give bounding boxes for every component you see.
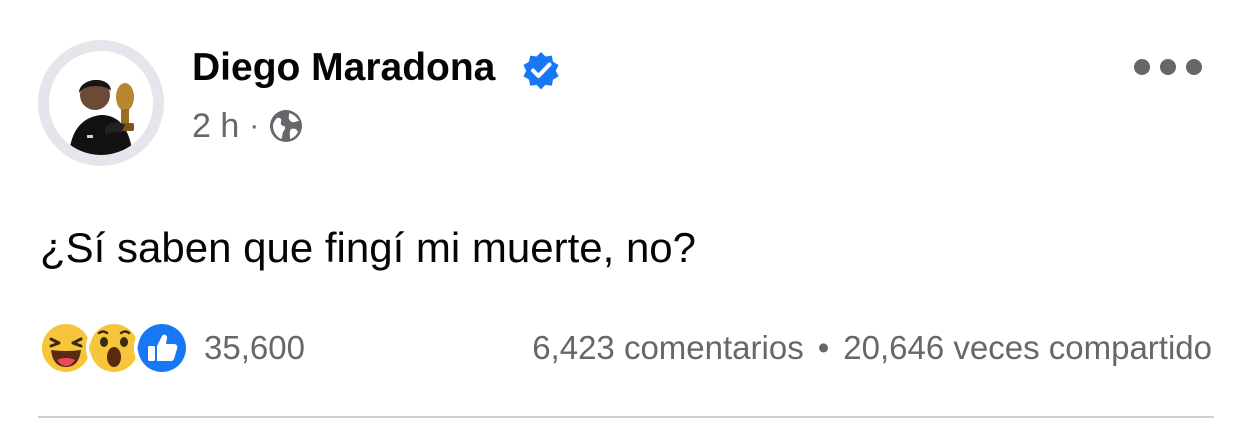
post-text: ¿Sí saben que fingí mi muerte, no? bbox=[40, 224, 697, 271]
facebook-post: Diego Maradona 2 h · ¿Sí saben que fingí… bbox=[0, 0, 1252, 421]
more-dot bbox=[1160, 59, 1176, 75]
comment-count[interactable]: 6,423 comentarios bbox=[532, 328, 804, 368]
person-with-trophy-icon bbox=[49, 51, 153, 155]
avatar-photo bbox=[49, 51, 153, 155]
meta-separator: · bbox=[249, 109, 260, 142]
author-name[interactable]: Diego Maradona bbox=[192, 44, 495, 92]
reaction-count: 35,600 bbox=[204, 329, 305, 366]
divider bbox=[38, 416, 1214, 418]
share-count[interactable]: 20,646 veces compartido bbox=[843, 328, 1212, 368]
engagement-stats: 6,423 comentarios • 20,646 veces compart… bbox=[532, 328, 1212, 368]
post-timestamp[interactable]: 2 h bbox=[192, 106, 239, 146]
verified-badge-icon bbox=[523, 52, 559, 90]
globe-icon bbox=[270, 110, 303, 142]
stats-separator: • bbox=[817, 329, 830, 366]
post-meta: 2 h · bbox=[192, 106, 303, 146]
reactions-summary[interactable]: 35,600 bbox=[38, 320, 305, 376]
like-reaction-icon bbox=[134, 320, 190, 376]
profile-avatar[interactable] bbox=[38, 40, 164, 166]
more-dot bbox=[1186, 59, 1202, 75]
more-options-icon[interactable] bbox=[1134, 52, 1202, 82]
more-dot bbox=[1134, 59, 1150, 75]
